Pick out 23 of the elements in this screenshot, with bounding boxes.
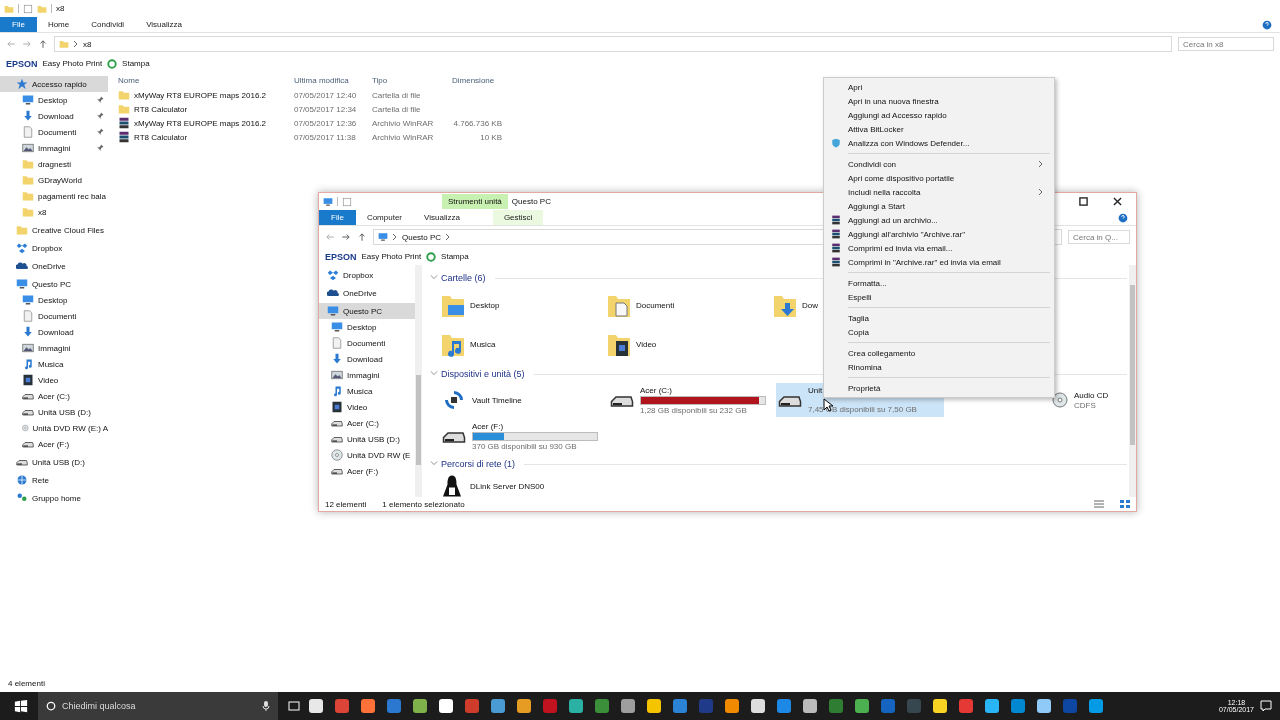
status-text: 12 elementi (325, 499, 367, 509)
table-cell-text: 07/05/2017 12:40 (294, 90, 358, 100)
window-title: x8 (56, 4, 65, 13)
brand-label: EPSON (6, 58, 38, 69)
status-text: 1 elemento selezionato (382, 499, 465, 509)
table-cell-text: 07/05/2017 12:34 (294, 104, 358, 114)
address-text: Questo PC (402, 232, 442, 242)
table-cell-text: 10 KB (479, 132, 502, 142)
contextual-tab-header: Strumenti unità (442, 194, 508, 209)
status-text: 4 elementi (8, 678, 45, 688)
window-title: Questo PC (511, 197, 551, 206)
group-header: Percorsi di rete (1) (441, 459, 516, 469)
table-cell-text: Cartella di file (372, 104, 422, 114)
address-text: x8 (83, 39, 92, 49)
table-cell-text: Cartella di file (372, 90, 422, 100)
table-cell: 4.766.736 KB (452, 118, 502, 128)
group-header: Cartelle (6) (441, 273, 486, 283)
table-cell-text: Archivio WinRAR (372, 118, 435, 128)
table-cell-text: 07/05/2017 12:36 (294, 118, 358, 128)
table-cell-text: 07/05/2017 11:38 (294, 132, 357, 142)
table-cell-text: Archivio WinRAR (372, 132, 435, 142)
group-header: Dispositivi e unità (5) (441, 369, 525, 379)
brand-label: EPSON (325, 251, 357, 262)
